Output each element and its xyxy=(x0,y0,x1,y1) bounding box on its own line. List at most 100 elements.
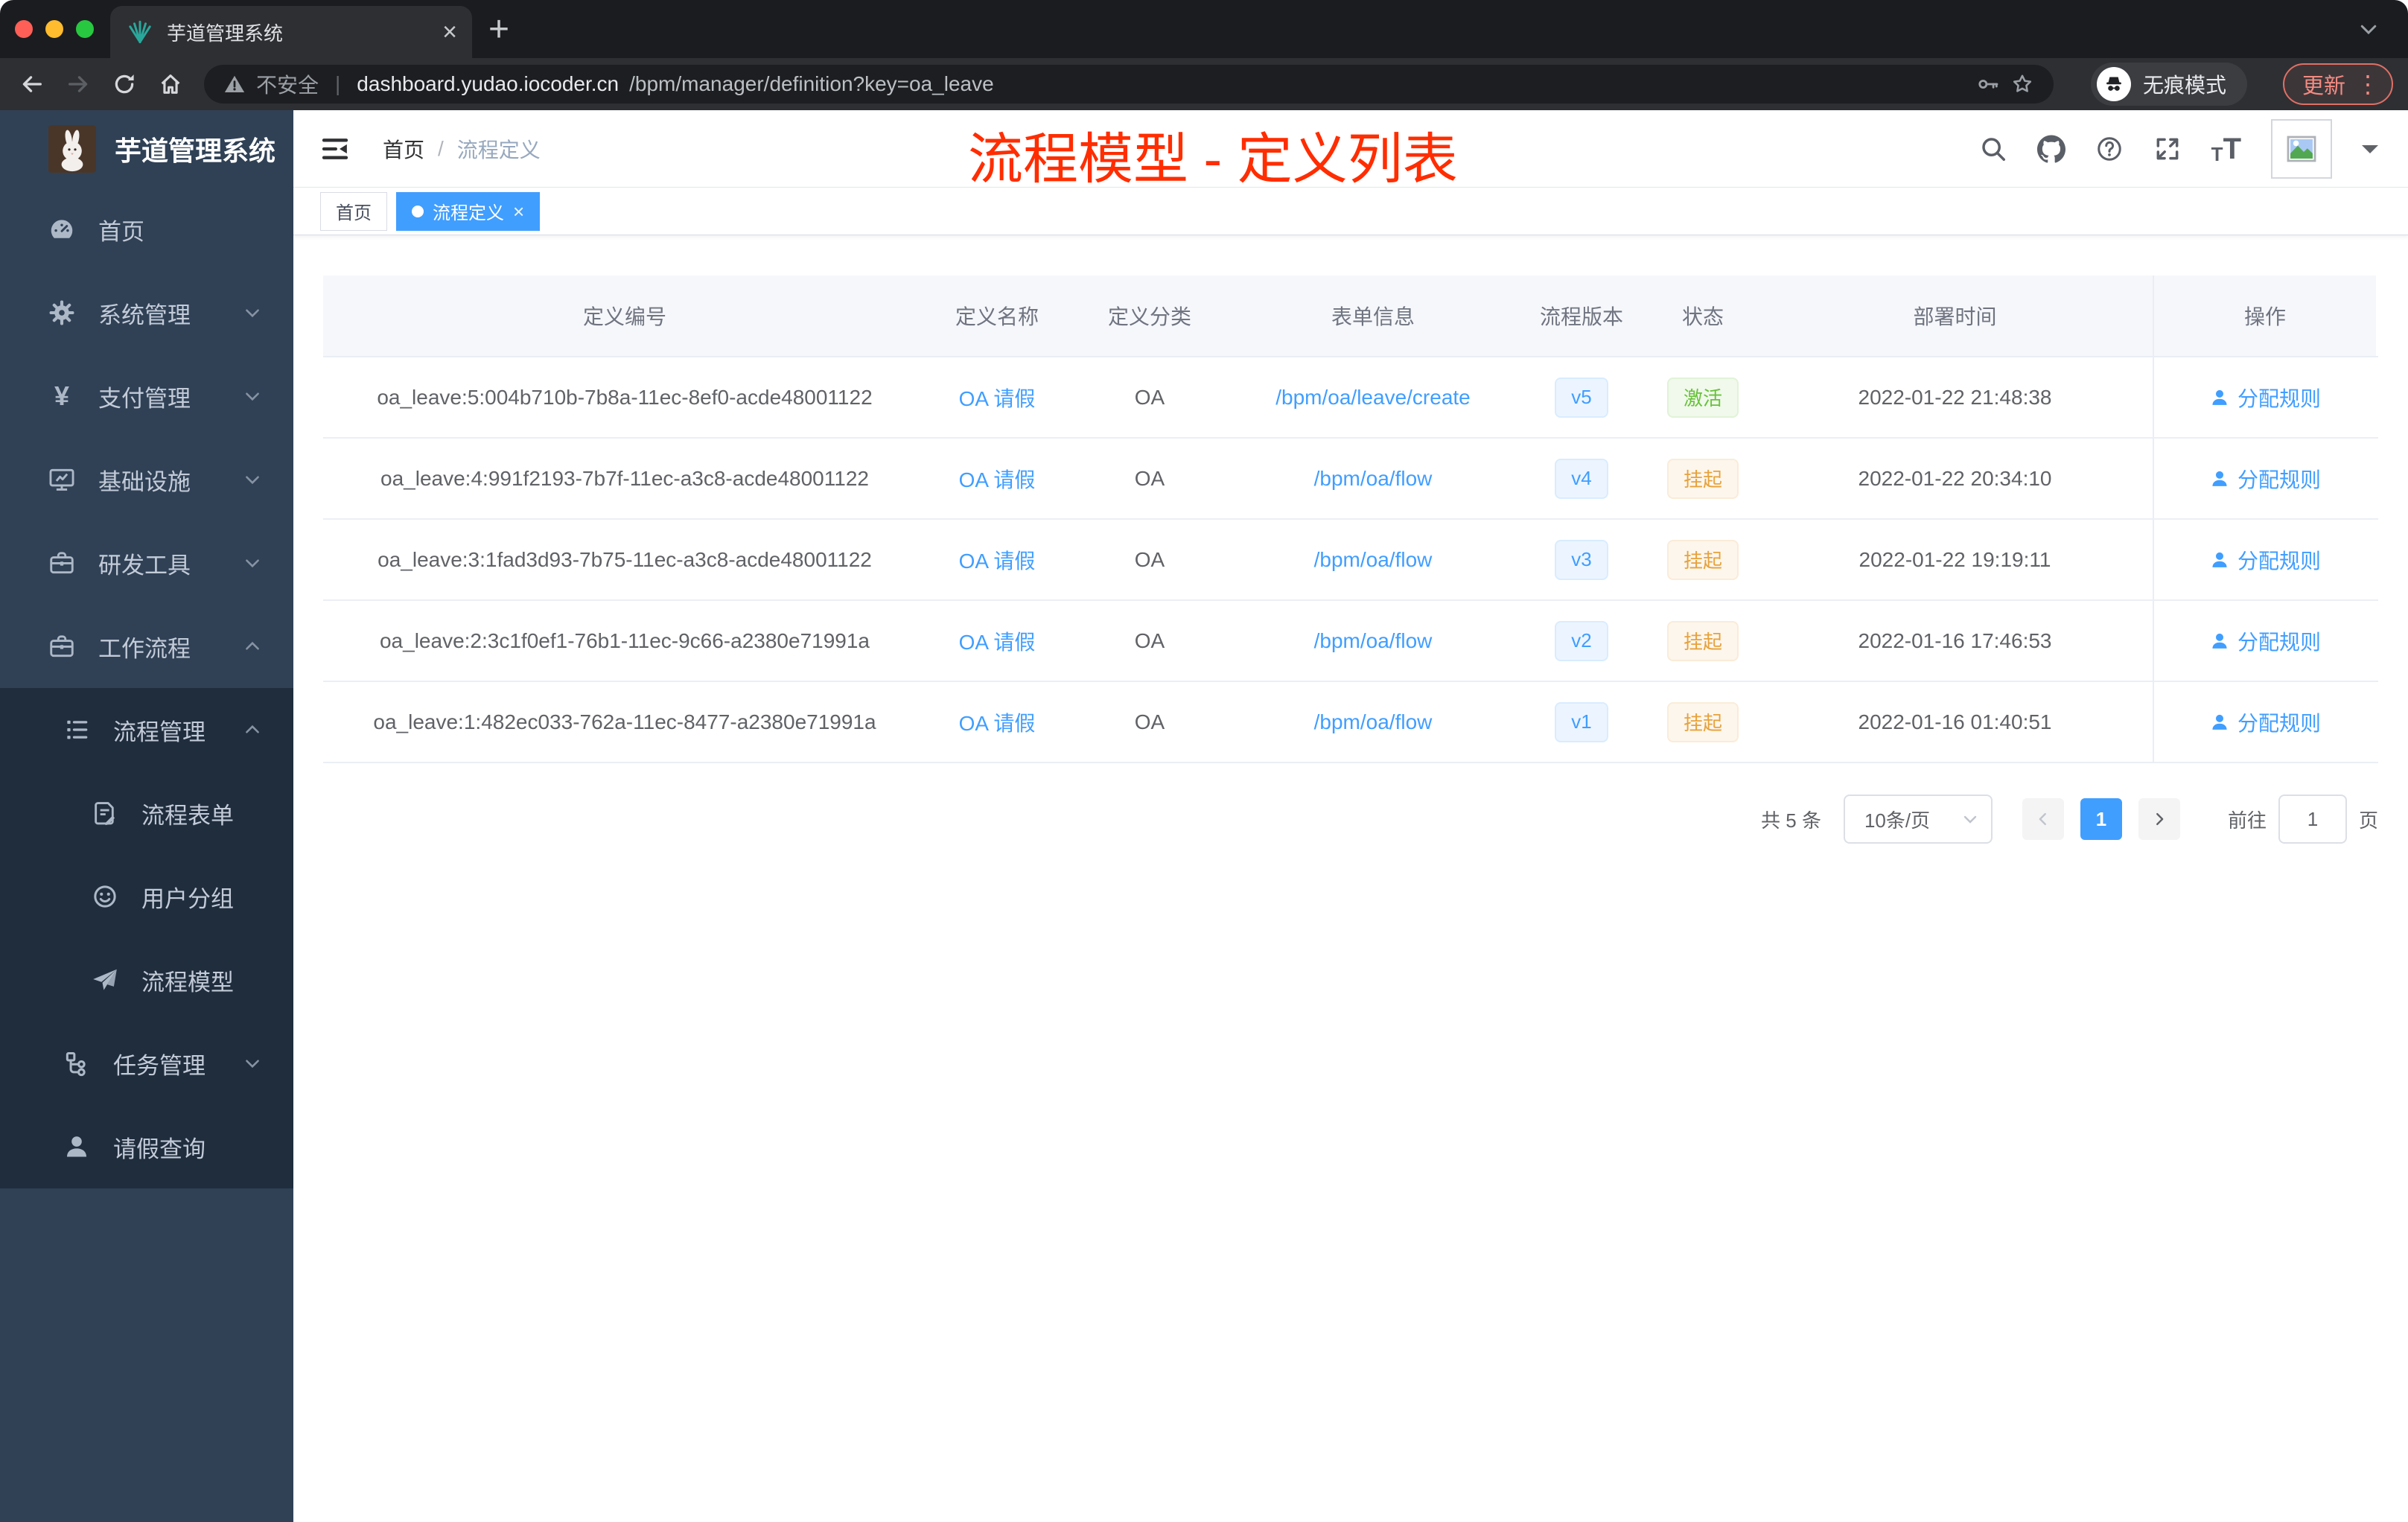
version-badge: v5 xyxy=(1555,377,1608,418)
sidebar-item-label: 系统管理 xyxy=(98,302,191,328)
goto-page-input[interactable]: 1 xyxy=(2278,795,2347,844)
status-badge: 挂起 xyxy=(1666,620,1739,661)
tab-search-chevron-icon[interactable] xyxy=(2357,18,2380,40)
form-info-link[interactable]: /bpm/oa/flow xyxy=(1314,629,1433,653)
assign-rule-button[interactable]: 分配规则 xyxy=(2209,626,2321,656)
zoom-window-button[interactable] xyxy=(76,20,94,38)
action-cell: 分配规则 xyxy=(2153,357,2376,437)
definition-table: 定义编号 定义名称 定义分类 表单信息 流程版本 状态 部署时间 操作 oa_l… xyxy=(323,276,2378,763)
flow-tree-icon xyxy=(63,1049,91,1077)
assign-rule-button[interactable]: 分配规则 xyxy=(2209,545,2321,575)
update-browser-button[interactable]: 更新 ⋮ xyxy=(2282,63,2393,105)
sidebar-item-label: 首页 xyxy=(98,218,144,245)
definition-id-cell: oa_leave:3:1fad3d93-7b75-11ec-a3c8-acde4… xyxy=(378,547,872,571)
form-info-cell: /bpm/oa/flow xyxy=(1232,439,1514,518)
breadcrumb-current: 流程定义 xyxy=(456,138,541,162)
tag-home[interactable]: 首页 xyxy=(320,191,387,231)
page-size-select[interactable]: 10条/页 xyxy=(1843,795,1993,844)
table-row: oa_leave:3:1fad3d93-7b75-11ec-a3c8-acde4… xyxy=(323,520,2378,601)
breadcrumb-home-link[interactable]: 首页 xyxy=(383,134,424,164)
tab-title: 芋道管理系统 xyxy=(167,22,284,45)
incognito-label: 无痕模式 xyxy=(2142,74,2226,97)
sidebar-item-home[interactable]: 首页 xyxy=(0,188,293,271)
person-icon xyxy=(2209,468,2230,489)
sidebar-item-devtools[interactable]: 研发工具 xyxy=(0,521,293,605)
form-info-cell: /bpm/oa/flow xyxy=(1232,601,1514,681)
tags-view-bar: 首页 流程定义 × xyxy=(293,188,2408,235)
fullscreen-icon[interactable] xyxy=(2153,135,2182,163)
tab-close-icon[interactable]: × xyxy=(442,19,457,45)
next-page-button[interactable] xyxy=(2138,798,2180,840)
form-info-link[interactable]: /bpm/oa/flow xyxy=(1314,467,1433,491)
tag-close-icon[interactable]: × xyxy=(513,202,524,221)
sidebar-item-workflow[interactable]: 工作流程 xyxy=(0,605,293,688)
form-info-link[interactable]: /bpm/oa/leave/create xyxy=(1275,386,1471,410)
assign-rule-button[interactable]: 分配规则 xyxy=(2209,707,2321,737)
tag-process-definition[interactable]: 流程定义 × xyxy=(396,191,541,231)
table-row: oa_leave:5:004b710b-7b8a-11ec-8ef0-acde4… xyxy=(323,357,2378,439)
workflow-submenu: 流程管理 流程表单 用户分组 流程模型 任务管理 请假查询 xyxy=(0,688,293,1188)
logo-avatar xyxy=(48,125,97,173)
prev-page-button[interactable] xyxy=(2022,798,2064,840)
paper-plane-icon xyxy=(91,966,119,994)
sidebar-collapse-button[interactable] xyxy=(320,134,350,164)
sidebar-item-leave-query[interactable]: 请假查询 xyxy=(0,1105,293,1188)
definition-id-cell: oa_leave:2:3c1f0ef1-76b1-11ec-9c66-a2380… xyxy=(379,628,870,652)
form-info-link[interactable]: /bpm/oa/flow xyxy=(1314,548,1433,572)
sidebar-item-label: 基础设施 xyxy=(98,468,191,495)
search-icon[interactable] xyxy=(1979,135,2007,163)
definition-id-cell: oa_leave:5:004b710b-7b8a-11ec-8ef0-acde4… xyxy=(377,385,873,409)
chevron-down-icon xyxy=(243,386,262,406)
definition-category-cell: OA xyxy=(1134,385,1165,409)
assign-rule-button[interactable]: 分配规则 xyxy=(2209,383,2321,413)
form-info-link[interactable]: /bpm/oa/flow xyxy=(1314,710,1433,734)
definition-name-link[interactable]: OA 请假 xyxy=(959,464,1036,494)
definition-name-link[interactable]: OA 请假 xyxy=(959,626,1036,656)
browser-tab[interactable]: 芋道管理系统 × xyxy=(110,6,472,58)
sidebar-item-payment[interactable]: ¥ 支付管理 xyxy=(0,354,293,438)
forward-button[interactable] xyxy=(66,71,91,97)
sidebar-item-infrastructure[interactable]: 基础设施 xyxy=(0,438,293,521)
not-secure-warning-icon[interactable] xyxy=(223,73,246,95)
definition-id-cell: oa_leave:4:991f2193-7b7f-11ec-a3c8-acde4… xyxy=(380,466,869,490)
monitor-icon xyxy=(48,465,76,494)
password-key-icon[interactable] xyxy=(1976,72,2000,96)
column-header: 定义分类 xyxy=(1068,276,1232,356)
column-header: 定义编号 xyxy=(323,276,926,356)
definition-name-link[interactable]: OA 请假 xyxy=(959,707,1036,737)
page-unit-label: 页 xyxy=(2358,809,2378,832)
definition-name-link[interactable]: OA 请假 xyxy=(959,383,1036,413)
avatar[interactable] xyxy=(2271,118,2332,179)
home-button[interactable] xyxy=(158,71,183,97)
user-menu-caret-icon[interactable] xyxy=(2362,144,2378,162)
gear-icon xyxy=(48,299,76,327)
version-cell: v5 xyxy=(1514,357,1649,437)
table-header: 定义编号 定义名称 定义分类 表单信息 流程版本 状态 部署时间 操作 xyxy=(323,276,2378,357)
sidebar-item-process-management[interactable]: 流程管理 xyxy=(0,688,293,771)
status-cell: 挂起 xyxy=(1649,520,1757,599)
address-bar[interactable]: 不安全 | dashboard.yudao.iocoder.cn/bpm/man… xyxy=(204,65,2054,104)
github-icon[interactable] xyxy=(2037,135,2065,163)
sidebar-item-system[interactable]: 系统管理 xyxy=(0,271,293,354)
column-header: 定义名称 xyxy=(926,276,1068,356)
reload-button[interactable] xyxy=(112,71,137,97)
browser-menu-kebab-icon[interactable]: ⋮ xyxy=(2356,70,2380,98)
sidebar-item-task-management[interactable]: 任务管理 xyxy=(0,1022,293,1105)
bookmark-star-icon[interactable] xyxy=(2010,72,2034,96)
deploy-time-cell: 2022-01-22 20:34:10 xyxy=(1858,466,2052,490)
sidebar-item-user-group[interactable]: 用户分组 xyxy=(0,855,293,938)
new-tab-button[interactable]: + xyxy=(488,12,509,48)
close-window-button[interactable] xyxy=(15,20,33,38)
document-edit-icon xyxy=(91,799,119,827)
assign-rule-button[interactable]: 分配规则 xyxy=(2209,464,2321,494)
minimize-window-button[interactable] xyxy=(45,20,63,38)
current-page-button[interactable]: 1 xyxy=(2080,798,2122,840)
sidebar-item-process-form[interactable]: 流程表单 xyxy=(0,771,293,855)
status-badge: 挂起 xyxy=(1666,539,1739,580)
help-icon[interactable] xyxy=(2095,135,2124,163)
sidebar-item-process-model[interactable]: 流程模型 xyxy=(0,938,293,1022)
app-logo: 芋道管理系统 xyxy=(0,110,293,188)
font-size-icon[interactable]: TT xyxy=(2211,134,2241,164)
definition-name-link[interactable]: OA 请假 xyxy=(959,545,1036,575)
back-button[interactable] xyxy=(19,71,45,97)
